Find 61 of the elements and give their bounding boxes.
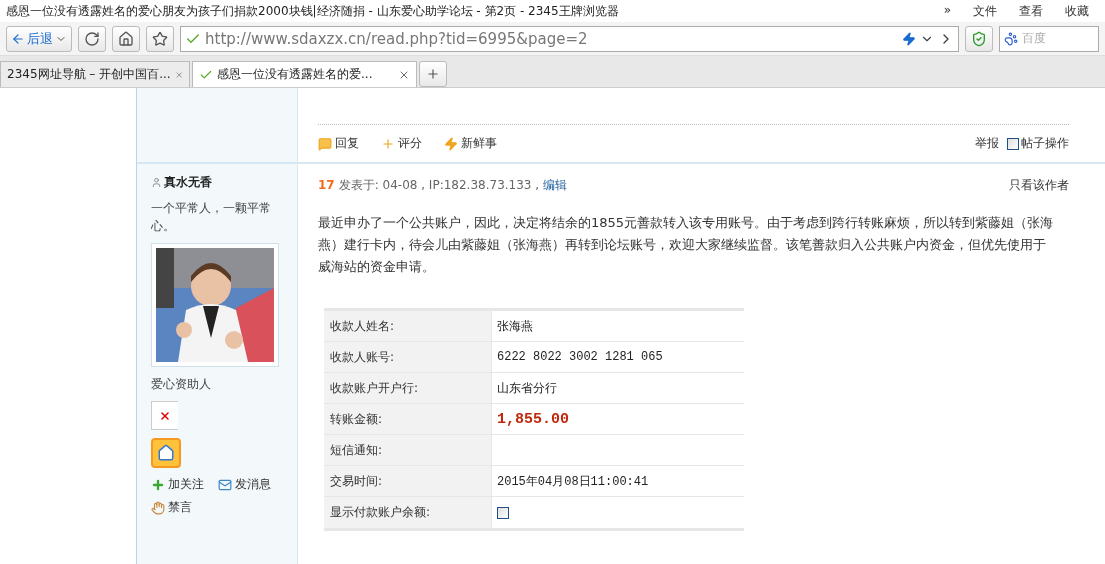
table-cell-text: 张海燕: [496, 317, 534, 335]
table-cell: 收款人账号:: [324, 342, 492, 372]
edit-link[interactable]: 编辑: [543, 176, 568, 194]
address-field[interactable]: http://www.sdaxzx.cn/read.php?tid=6995&page=2: [180, 25, 959, 52]
shield-button[interactable]: [965, 25, 993, 52]
post-manage-checkbox[interactable]: 帖子操作: [1007, 135, 1069, 152]
home-button[interactable]: [112, 25, 140, 52]
user-action-link[interactable]: 加关注: [151, 476, 204, 493]
signature-text: 一个平常人，一颗平常心。: [151, 200, 272, 235]
homepage-button[interactable]: [151, 438, 181, 468]
house-icon: [157, 444, 175, 462]
menu-item[interactable]: 文件: [973, 2, 997, 20]
post-body: 最近申办了一个公共账户，因此，决定将结余的1855元善款转入该专用账号。由于考虑到跨行转账麻烦，所以转到紫藤姐（张海燕）建行卡内，待会儿由紫藤姐（张海燕）再转到论坛账号，欢迎大家继续监督。该笔善款归入公共账户内资金，但优先使用于威海站的资金申请。: [318, 214, 1055, 276]
table-cell: 收款账户开户行:: [324, 373, 492, 403]
table-cell-text: 山东省分行: [496, 379, 558, 397]
checkbox[interactable]: [497, 506, 509, 519]
browser-tab[interactable]: 2345网址导航 – 开创中国百...: [0, 61, 190, 87]
back-button[interactable]: 后退: [6, 25, 72, 52]
user-action-link[interactable]: 发消息: [218, 476, 271, 493]
plus-icon: [426, 67, 440, 81]
table-cell-text: 6222 8022 3002 1281 065: [496, 349, 664, 366]
reload-button[interactable]: [78, 25, 106, 52]
menu-item[interactable]: »: [943, 2, 951, 20]
plus-icon: [151, 477, 165, 492]
new-tab-button[interactable]: [419, 61, 447, 87]
post-meta: 发表于: 04-08 , IP:182.38.73.133 ,: [338, 176, 540, 194]
table-cell-text: 2015年04月08日11:00:41: [496, 473, 650, 491]
browser-tab[interactable]: 感恩一位没有透露姓名的爱...: [192, 61, 417, 87]
mail-icon: [218, 477, 232, 492]
table-cell: 短信通知:: [324, 435, 492, 465]
speech-bubble-icon: [318, 136, 332, 151]
menu-item[interactable]: 收藏: [1065, 2, 1089, 20]
table-cell: 交易时间:: [324, 466, 492, 496]
floor-number: 17: [318, 178, 335, 192]
post-action-link[interactable]: 回复: [318, 135, 359, 152]
report-link[interactable]: 举报: [975, 135, 999, 152]
lightning-icon: [902, 31, 916, 46]
shield-icon: [971, 30, 987, 47]
arrow-left-icon: [11, 31, 25, 46]
table-cell: 显示付款账户余额:: [324, 497, 492, 528]
user-action-link[interactable]: 禁言: [151, 499, 192, 516]
reload-icon: [84, 30, 100, 47]
cross-icon: [159, 409, 171, 422]
hand-icon: [151, 500, 165, 515]
user-icon: [151, 177, 162, 188]
bookmark-button[interactable]: [146, 25, 174, 52]
user-rank: 爱心资助人: [151, 376, 212, 393]
post-action-link[interactable]: 评分: [381, 135, 422, 152]
lightning-icon: [444, 136, 458, 151]
author-name[interactable]: 真水无香: [164, 174, 212, 191]
table-cell: 转账金额:: [324, 404, 492, 434]
table-cell: 收款人姓名:: [324, 311, 492, 341]
window-title: 感恩一位没有透露姓名的爱心朋友为孩子们捐款2000块钱|经济随捐 - 山东爱心助学论坛 - 第2页 - 2345王牌浏览器: [6, 2, 619, 20]
only-author-link[interactable]: 只看该作者: [1009, 176, 1069, 194]
table-cell-text: 1,855.00: [496, 409, 570, 430]
menu-item[interactable]: 查看: [1019, 2, 1043, 20]
post-action-link[interactable]: 新鲜事: [444, 135, 497, 152]
star-icon: [152, 30, 168, 47]
paw-icon: [1004, 31, 1018, 46]
plus-icon: [381, 136, 395, 151]
home-icon: [118, 30, 134, 47]
